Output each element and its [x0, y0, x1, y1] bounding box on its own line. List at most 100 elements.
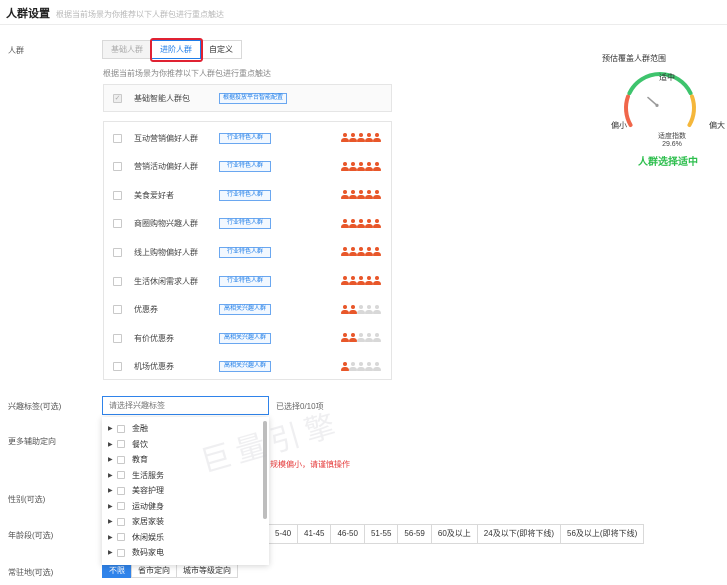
expand-caret-icon[interactable]: ▶ — [108, 425, 117, 432]
dropdown-item-checkbox[interactable] — [117, 440, 125, 448]
age-option[interactable]: 51-55 — [363, 524, 399, 544]
interest-input[interactable] — [102, 396, 269, 415]
person-icon — [365, 161, 373, 172]
person-icon — [373, 190, 381, 200]
person-icon — [357, 276, 365, 286]
residence-options: 不限 省市定向 城市等级定向 — [102, 563, 238, 578]
gauge-left-label: 偏小 — [611, 121, 627, 130]
tab-custom[interactable]: 自定义 — [200, 40, 242, 59]
crowd-row-checkbox[interactable] — [113, 305, 122, 315]
person-icon — [341, 190, 349, 200]
person-icon — [373, 276, 381, 286]
dropdown-item-label: 休闲娱乐 — [132, 532, 164, 542]
dropdown-item-checkbox[interactable] — [117, 424, 125, 433]
crowd-row-checkbox[interactable] — [113, 133, 122, 143]
crowd-row[interactable]: 商圈购物兴趣人群 行业特色人群 — [104, 212, 391, 236]
crowd-row-name: 机场优惠券 — [134, 362, 174, 372]
crowd-row-checkbox[interactable] — [113, 190, 122, 200]
residence-option[interactable]: 城市等级定向 — [176, 563, 238, 578]
crowd-row-rating — [341, 218, 381, 229]
age-option[interactable]: 5-40 — [268, 524, 299, 544]
crowd-row-name: 营销活动偏好人群 — [134, 162, 198, 172]
person-icon — [349, 133, 357, 143]
tab-basic-crowd[interactable]: 基础人群 — [102, 40, 152, 59]
expand-caret-icon[interactable]: ▶ — [108, 487, 117, 494]
crowd-row-name: 互动营销偏好人群 — [134, 133, 198, 143]
page-title: 人群设置 — [6, 8, 50, 20]
dropdown-item-checkbox[interactable] — [117, 502, 125, 510]
crowd-row-rating — [341, 161, 381, 172]
person-icon — [341, 333, 349, 343]
age-option[interactable]: 24及以下(即将下线) — [476, 524, 562, 544]
person-icon — [357, 190, 365, 200]
person-icon — [357, 361, 365, 372]
crowd-row-checkbox[interactable] — [113, 362, 122, 372]
crowd-row-name: 线上购物偏好人群 — [134, 247, 198, 257]
residence-option[interactable]: 省市定向 — [131, 563, 177, 578]
person-icon — [349, 218, 357, 229]
crowd-row[interactable]: 有价优惠券 高相关兴趣人群 — [104, 326, 391, 350]
dropdown-item-checkbox[interactable] — [117, 548, 125, 557]
age-option[interactable]: 56及以上(即将下线) — [560, 524, 645, 544]
dropdown-item-checkbox[interactable] — [117, 471, 125, 479]
crowd-row[interactable]: 机场优惠券 高相关兴趣人群 — [104, 355, 391, 379]
person-icon — [341, 161, 349, 172]
crowd-row-tag: 行业特色人群 — [219, 246, 271, 258]
age-label: 年龄段(可选) — [8, 531, 54, 540]
crowd-row[interactable]: 互动营销偏好人群 行业特色人群 — [104, 126, 391, 150]
crowd-row-checkbox[interactable] — [113, 333, 122, 343]
dropdown-item-checkbox[interactable] — [117, 486, 125, 495]
crowd-row-checkbox[interactable] — [113, 247, 122, 257]
expand-caret-icon[interactable]: ▶ — [108, 534, 117, 541]
person-icon — [373, 133, 381, 143]
dropdown-item[interactable]: ▶ 运动健身 — [102, 499, 262, 514]
dropdown-item-checkbox[interactable] — [117, 455, 125, 464]
person-icon — [357, 161, 365, 172]
residence-option[interactable]: 不限 — [102, 563, 132, 578]
dropdown-item-checkbox[interactable] — [117, 533, 125, 541]
dropdown-item-checkbox[interactable] — [117, 517, 125, 526]
crowd-row-checkbox[interactable] — [113, 219, 122, 229]
expand-caret-icon[interactable]: ▶ — [108, 503, 117, 510]
dropdown-item[interactable]: ▶ 数码家电 — [102, 545, 262, 560]
crowd-row-rating — [341, 333, 381, 343]
dropdown-item[interactable]: ▶ 家居家装 — [102, 514, 262, 529]
age-option[interactable]: 60及以上 — [430, 524, 478, 544]
expand-caret-icon[interactable]: ▶ — [108, 456, 117, 463]
age-option[interactable]: 46-50 — [330, 524, 365, 544]
dropdown-item-label: 教育 — [132, 455, 148, 464]
crowd-row-rating — [341, 247, 381, 257]
dropdown-item[interactable]: ▶ 休闲娱乐 — [102, 530, 262, 545]
base-pack-checkbox[interactable]: ✓ — [113, 93, 122, 103]
age-option[interactable]: 41-45 — [297, 524, 332, 544]
expand-caret-icon[interactable]: ▶ — [108, 549, 117, 556]
person-icon — [341, 276, 349, 286]
crowd-row[interactable]: 生活休闲需求人群 行业特色人群 — [104, 269, 391, 293]
base-pack-name: 基础智能人群包 — [134, 93, 190, 103]
person-icon — [357, 133, 365, 143]
crowd-row[interactable]: 线上购物偏好人群 行业特色人群 — [104, 240, 391, 264]
dropdown-item[interactable]: ▶ 美容护理 — [102, 483, 262, 498]
crowd-row-tag: 高相关兴趣人群 — [219, 361, 271, 373]
person-icon — [365, 304, 373, 315]
crowd-row[interactable]: 优惠券 高相关兴趣人群 — [104, 298, 391, 322]
interest-label: 兴趣标签(可选) — [8, 402, 62, 411]
dropdown-item-label: 美容护理 — [132, 486, 164, 495]
person-icon — [357, 333, 365, 343]
age-option[interactable]: 56-59 — [397, 524, 432, 544]
age-options: 5-40 41-45 46-50 51-55 56-59 60及以上 24及以下(即将下线)… — [268, 524, 645, 544]
person-icon — [341, 133, 349, 143]
header-divider — [0, 24, 727, 25]
person-icon — [349, 161, 357, 172]
person-icon — [349, 361, 357, 372]
person-icon — [349, 247, 357, 257]
crowd-row[interactable]: 美食爱好者 行业特色人群 — [104, 183, 391, 207]
crowd-row[interactable]: 营销活动偏好人群 行业特色人群 — [104, 155, 391, 179]
person-icon — [349, 190, 357, 200]
crowd-row-checkbox[interactable] — [113, 162, 122, 172]
expand-caret-icon[interactable]: ▶ — [108, 441, 117, 448]
expand-caret-icon[interactable]: ▶ — [108, 518, 117, 525]
person-icon — [357, 218, 365, 229]
expand-caret-icon[interactable]: ▶ — [108, 472, 117, 479]
crowd-row-checkbox[interactable] — [113, 276, 122, 286]
